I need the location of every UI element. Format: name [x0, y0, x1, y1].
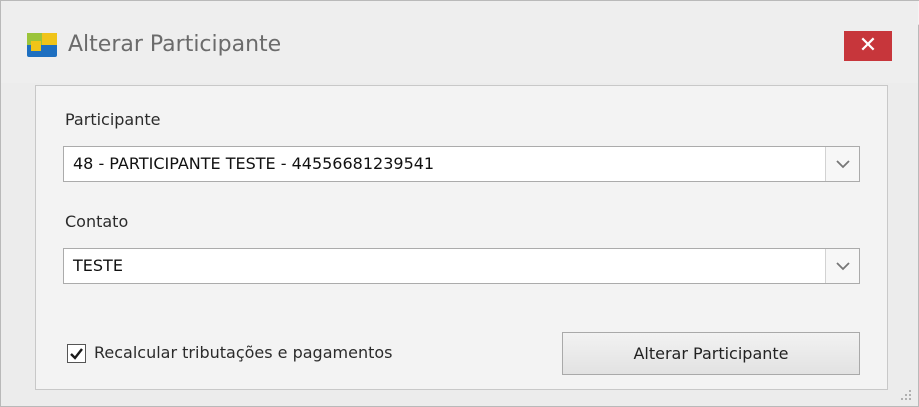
contato-value: TESTE	[73, 256, 123, 275]
checkmark-icon	[70, 348, 83, 360]
contato-label: Contato	[65, 212, 129, 231]
dialog-window: Alterar Participante ✕ Participante 48 -…	[0, 0, 919, 407]
recalcular-checkbox[interactable]	[67, 344, 86, 363]
participante-value: 48 - PARTICIPANTE TESTE - 44556681239541	[73, 154, 435, 173]
contato-combobox[interactable]: TESTE	[63, 248, 860, 284]
title-bar[interactable]: Alterar Participante ✕	[1, 1, 918, 83]
recalcular-label[interactable]: Recalcular tributações e pagamentos	[94, 343, 392, 362]
window-title: Alterar Participante	[68, 32, 282, 57]
resize-grip-icon[interactable]	[897, 386, 913, 402]
chevron-down-icon	[836, 160, 850, 169]
close-button[interactable]: ✕	[844, 31, 892, 61]
participante-dropdown-button[interactable]	[825, 147, 859, 181]
close-icon: ✕	[858, 33, 878, 58]
participante-label: Participante	[65, 110, 161, 129]
participante-combobox[interactable]: 48 - PARTICIPANTE TESTE - 44556681239541	[63, 146, 860, 182]
contato-dropdown-button[interactable]	[825, 249, 859, 283]
chevron-down-icon	[836, 262, 850, 271]
alterar-participante-button[interactable]: Alterar Participante	[562, 332, 860, 375]
app-logo-icon	[27, 33, 57, 57]
